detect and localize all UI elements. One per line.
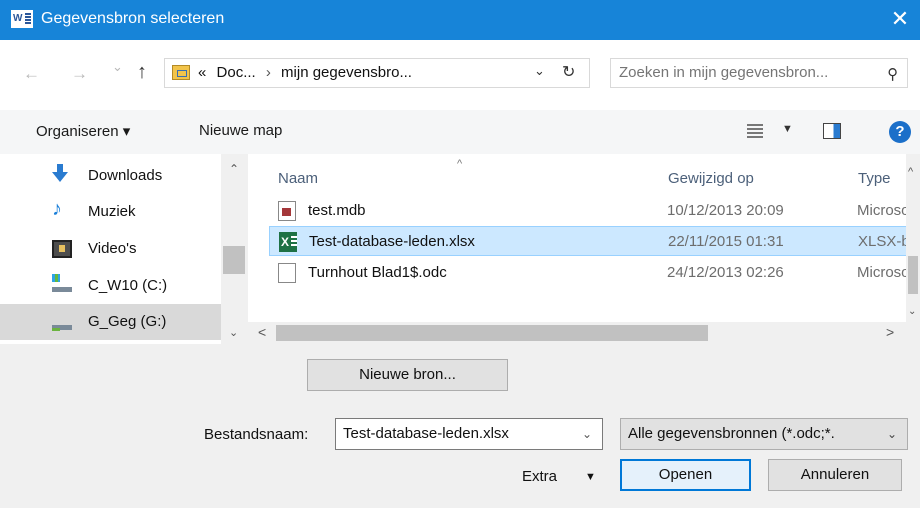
document-file-icon [278,263,296,283]
tree-item-drive-c[interactable]: C_W10 (C:) [0,268,221,304]
up-arrow-icon[interactable]: ↑ [137,61,147,84]
address-dropdown-chevron-icon[interactable]: ⌄ [534,63,545,79]
filename-label: Bestandsnaam: [204,426,309,443]
open-button[interactable]: Openen [620,459,751,491]
navigation-pane-scrollbar[interactable]: ⌃ ⌄ [221,154,248,344]
file-list-vertical-scrollbar[interactable]: ^ ⌄ [906,154,920,322]
tools-menu-button[interactable]: Extra [522,468,557,485]
network-drive-icon [52,318,72,331]
close-button[interactable]: ✕ [880,0,920,40]
music-icon: ♪ [52,198,62,220]
tree-item-label: Muziek [88,203,136,220]
breadcrumb: « Doc... › mijn gegevensbro... [198,64,418,81]
command-toolbar: Organiseren ▾ Nieuwe map ▼ ? [0,110,920,154]
filename-combobox[interactable]: ⌄ [335,418,603,450]
scroll-down-icon[interactable]: ⌄ [908,306,916,317]
excel-file-icon: X [279,232,297,252]
chevron-down-icon[interactable]: ⌄ [582,427,592,441]
video-icon [52,240,72,258]
column-header-name[interactable]: Naam [278,170,318,187]
help-icon[interactable]: ? [889,121,911,143]
file-name: test.mdb [308,202,366,219]
breadcrumb-my-datasources[interactable]: mijn gegevensbro... [281,64,412,81]
file-row-selected[interactable]: X Test-database-leden.xlsx 22/11/2015 01… [269,226,920,256]
file-modified: 22/11/2015 01:31 [668,233,784,250]
file-type-filter-value: Alle gegevensbronnen (*.odc;*. [628,425,835,442]
breadcrumb-documents[interactable]: Doc... [217,64,256,81]
search-box[interactable]: ⚲ [610,58,908,88]
view-options-dropdown-icon[interactable]: ▼ [782,123,793,135]
file-row[interactable]: test.mdb 10/12/2013 20:09 Microsoft [269,196,920,226]
column-header-modified[interactable]: Gewijzigd op [668,170,754,187]
file-list: ^ Naam Gewijzigd op Type test.mdb 10/12/… [248,154,920,344]
dialog-footer: Nieuwe bron... Bestandsnaam: ⌄ Alle gege… [0,344,920,508]
navigation-bar: ← → ⌄ ↑ « Doc... › mijn gegevensbro... ⌄… [0,56,920,96]
chevron-down-icon[interactable]: ⌄ [887,427,897,441]
sort-ascending-icon: ^ [457,158,463,170]
file-modified: 24/12/2013 02:26 [667,264,784,281]
tree-item-videos[interactable]: Video's [0,231,221,267]
scrollbar-thumb[interactable] [908,256,918,294]
new-source-button[interactable]: Nieuwe bron... [307,359,508,391]
column-header-type[interactable]: Type [858,170,891,187]
breadcrumb-separator[interactable]: › [266,64,271,81]
file-name: Test-database-leden.xlsx [309,233,475,250]
tree-item-label: G_Geg (G:) [88,313,167,330]
tree-item-label: C_W10 (C:) [88,277,168,294]
navigation-pane: Downloads ♪ Muziek Video's C_W10 (C:) G_… [0,154,248,344]
title-bar: W Gegevensbron selecteren ✕ [0,0,920,40]
preview-pane-icon[interactable] [823,123,841,139]
scroll-down-icon[interactable]: ⌄ [229,326,238,339]
folder-icon [172,65,190,80]
recent-locations-chevron-icon[interactable]: ⌄ [112,59,123,75]
scrollbar-thumb[interactable] [223,246,245,274]
tree-item-label: Video's [88,240,137,257]
organize-menu-button[interactable]: Organiseren ▾ [36,122,130,140]
file-type-filter-select[interactable]: Alle gegevensbronnen (*.odc;*. ⌄ [620,418,908,450]
search-input[interactable] [619,64,869,81]
search-icon[interactable]: ⚲ [887,65,898,83]
back-arrow-icon[interactable]: ← [23,64,40,84]
tree-item-music[interactable]: ♪ Muziek [0,194,221,230]
address-bar[interactable]: « Doc... › mijn gegevensbro... ⌄ ↻ [164,58,590,88]
tree-item-downloads[interactable]: Downloads [0,158,221,194]
scrollbar-thumb[interactable] [276,325,708,341]
forward-arrow-icon[interactable]: → [71,64,88,84]
tree-item-drive-g[interactable]: G_Geg (G:) [0,304,221,340]
file-list-horizontal-scrollbar[interactable]: < > [248,322,920,344]
new-folder-button[interactable]: Nieuwe map [199,122,282,139]
view-options-icon[interactable] [747,124,763,138]
filename-input[interactable] [343,425,568,442]
file-name: Turnhout Blad1$.odc [308,264,447,281]
tree-item-label: Downloads [88,167,163,184]
file-row[interactable]: Turnhout Blad1$.odc 24/12/2013 02:26 Mic… [269,258,920,288]
tools-dropdown-icon[interactable]: ▼ [585,471,596,483]
dialog-title: Gegevensbron selecteren [41,10,225,27]
scroll-left-icon[interactable]: < [258,324,266,340]
word-app-icon: W [11,10,33,28]
breadcrumb-overflow[interactable]: « [198,64,206,81]
download-icon [52,164,68,182]
cancel-button[interactable]: Annuleren [768,459,902,491]
access-file-icon [278,201,296,221]
scroll-up-icon[interactable]: ^ [908,166,913,178]
drive-icon [52,274,72,292]
file-modified: 10/12/2013 20:09 [667,202,784,219]
scroll-up-icon[interactable]: ⌃ [229,162,239,176]
refresh-icon[interactable]: ↻ [562,62,575,82]
scroll-right-icon[interactable]: > [886,324,894,340]
